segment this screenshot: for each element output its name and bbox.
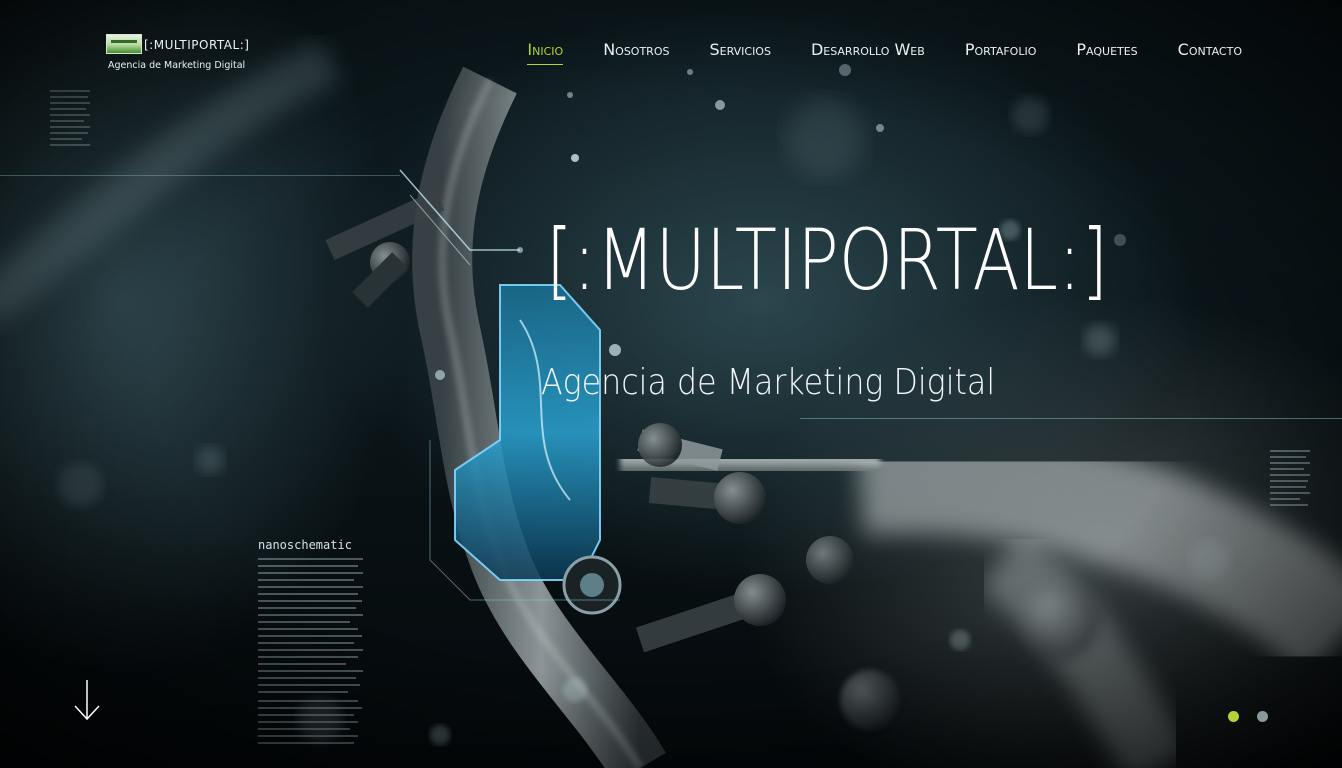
decorative-line-right xyxy=(800,418,1342,419)
site-logo[interactable]: [:MULTIPORTAL:] Agencia de Marketing Dig… xyxy=(106,34,250,74)
nav-item-paquetes[interactable]: Paquetes xyxy=(1076,40,1137,63)
hero-subtitle: Agencia de Marketing Digital xyxy=(541,362,996,403)
logo-badge-icon xyxy=(106,34,142,54)
nav-item-nosotros[interactable]: Nosotros xyxy=(603,40,669,63)
decorative-line-left xyxy=(0,175,400,176)
nav-item-inicio[interactable]: Inicio xyxy=(527,40,563,65)
slider-pagination xyxy=(1228,711,1268,722)
slider-dot-1[interactable] xyxy=(1228,711,1239,722)
hero-section: [:MULTIPORTAL:] Agencia de Marketing Dig… xyxy=(0,0,1342,768)
main-nav: Inicio Nosotros Servicios Desarrollo Web… xyxy=(527,40,1242,65)
hero-title: [:MULTIPORTAL:] xyxy=(546,211,1109,309)
nav-item-portafolio[interactable]: Portafolio xyxy=(965,40,1037,63)
arrow-down-icon xyxy=(74,680,100,721)
nanoschematic-label: nanoschematic xyxy=(258,538,352,552)
logo-subtitle: Agencia de Marketing Digital xyxy=(108,60,246,71)
nav-item-desarrollo-web[interactable]: Desarrollo Web xyxy=(811,40,925,63)
nav-item-servicios[interactable]: Servicios xyxy=(709,40,770,63)
logo-title: [:MULTIPORTAL:] xyxy=(144,38,250,52)
slider-dot-2[interactable] xyxy=(1257,711,1268,722)
nav-item-contacto[interactable]: Contacto xyxy=(1178,40,1242,63)
scroll-down-button[interactable] xyxy=(72,678,102,722)
